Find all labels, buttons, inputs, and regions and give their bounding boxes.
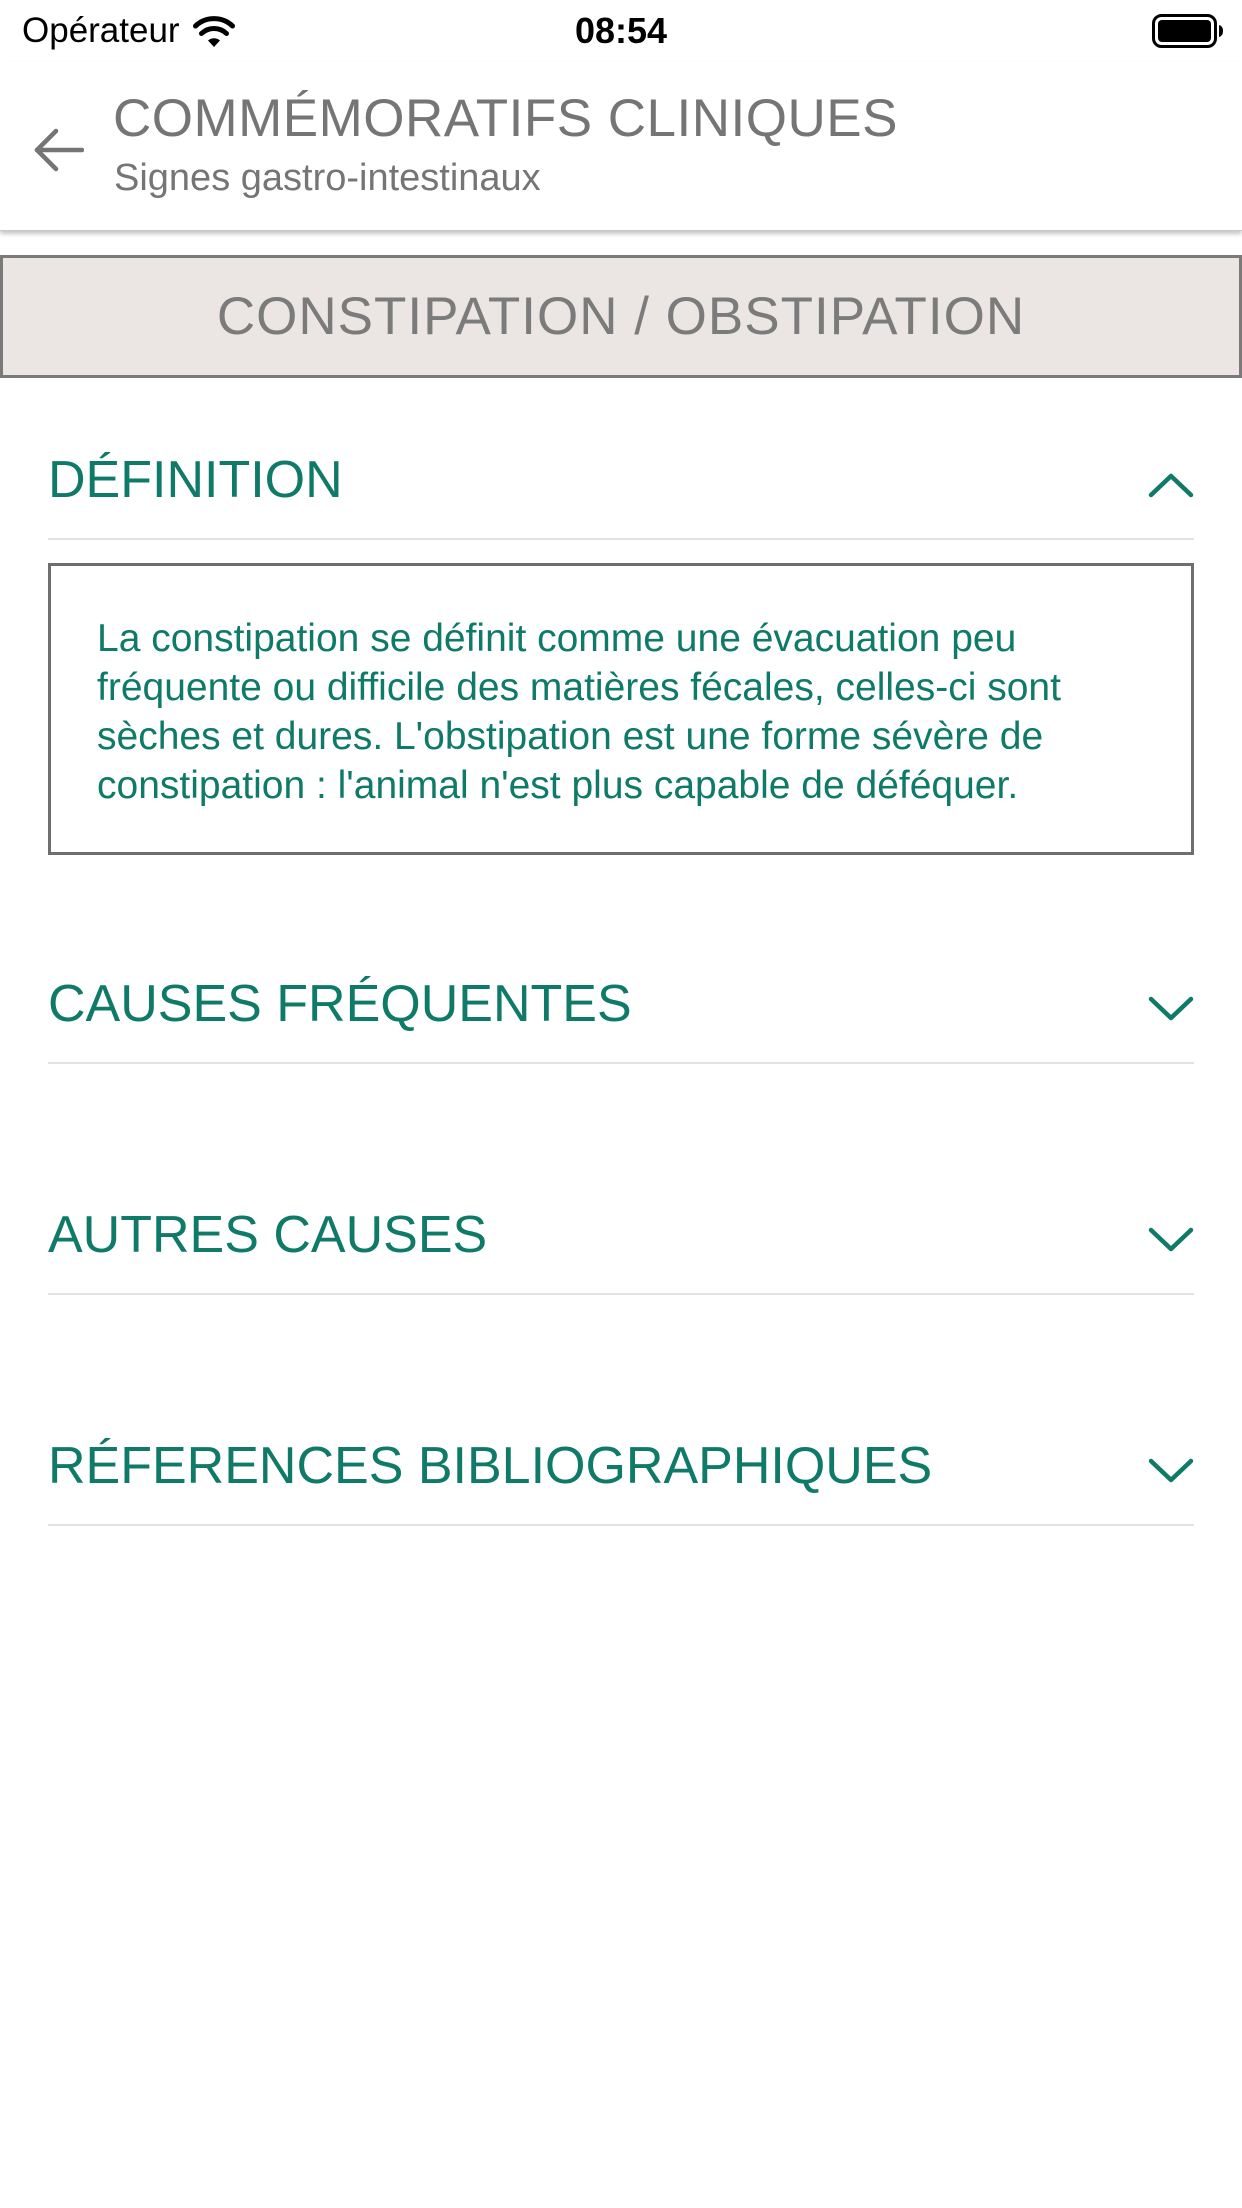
- chevron-up-icon: [1148, 472, 1194, 498]
- section-header: CONSTIPATION / OBSTIPATION: [0, 255, 1242, 378]
- clock: 08:54: [574, 10, 668, 51]
- definition-text: La constipation se définit comme une éva…: [97, 617, 1061, 807]
- app-bar: COMMÉMORATIFS CLINIQUES Signes gastro-in…: [0, 62, 1242, 231]
- section-title: CONSTIPATION / OBSTIPATION: [216, 287, 1026, 346]
- accordion-header-causes-frequentes[interactable]: CAUSES FRÉQUENTES: [48, 948, 1194, 1064]
- chevron-down-icon: [1148, 996, 1194, 1022]
- accordion-title: CAUSES FRÉQUENTES: [48, 975, 632, 1033]
- status-bar: Opérateur 08:54: [0, 0, 1242, 62]
- page-subtitle: Signes gastro-intestinaux: [114, 157, 541, 199]
- chevron-down-icon: [1148, 1227, 1194, 1253]
- accordion-header-references[interactable]: RÉFERENCES BIBLIOGRAPHIQUES: [48, 1410, 1194, 1526]
- arrow-left-icon: [32, 127, 84, 173]
- accordion-header-autres-causes[interactable]: AUTRES CAUSES: [48, 1179, 1194, 1295]
- accordion-title: AUTRES CAUSES: [48, 1206, 488, 1264]
- back-button[interactable]: [22, 114, 94, 186]
- definition-content: La constipation se définit comme une éva…: [48, 563, 1194, 855]
- accordion-title: DÉFINITION: [48, 451, 343, 509]
- chevron-down-icon: [1148, 1458, 1194, 1484]
- page-title: COMMÉMORATIFS CLINIQUES: [113, 89, 898, 148]
- accordion-title: RÉFERENCES BIBLIOGRAPHIQUES: [48, 1437, 933, 1495]
- battery-full-icon: [1152, 14, 1224, 48]
- accordion-header-definition[interactable]: DÉFINITION: [48, 424, 1194, 540]
